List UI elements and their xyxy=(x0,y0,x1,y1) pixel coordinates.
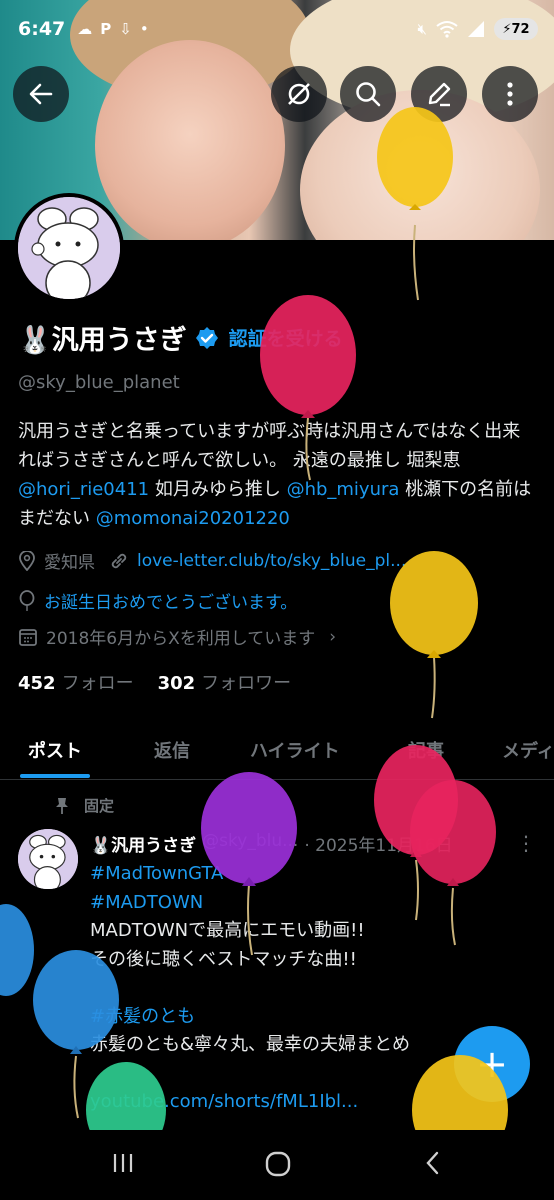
pinned-indicator: 固定 xyxy=(54,795,114,816)
bio-mention-2[interactable]: @hb_miyura xyxy=(287,479,400,500)
get-verified-link[interactable]: 認証を受ける xyxy=(229,324,343,351)
status-right-icons: 🔇︎ ⚡ 72 xyxy=(418,18,538,40)
post-author-name[interactable]: 🐰汎用うさぎ xyxy=(90,831,196,856)
post-date: · 2025年11月16日 xyxy=(304,836,453,856)
post-text-1: MADTOWNで最高にエモい動画!! その後に聴くベストマッチな曲!! xyxy=(90,920,365,970)
profile-handle: @sky_blue_planet xyxy=(18,372,180,393)
more-vertical-icon xyxy=(507,82,513,106)
tab-label: メディ xyxy=(502,741,554,762)
battery-icon: ⚡ 72 xyxy=(494,18,538,40)
tab-label: 返信 xyxy=(154,741,190,762)
post-author-avatar[interactable] xyxy=(18,829,78,889)
follow-counts: 452 フォロー 302 フォロワー xyxy=(18,669,291,695)
balloon-icon xyxy=(19,589,35,611)
wifi-icon xyxy=(436,21,458,38)
followers-count: 302 xyxy=(157,673,196,694)
tab-posts[interactable]: ポスト xyxy=(20,722,90,778)
link-icon xyxy=(111,553,127,568)
rabbit-avatar-icon xyxy=(18,197,120,299)
grok-icon xyxy=(288,83,310,105)
tab-label: ポスト xyxy=(28,741,82,762)
location-pin-icon xyxy=(19,550,35,571)
tab-highlights[interactable]: ハイライト xyxy=(250,722,340,778)
post-author-handle[interactable]: @sky_blu... xyxy=(202,831,298,856)
balloon-yellow-mid xyxy=(390,551,478,719)
plus-icon: + xyxy=(476,1042,508,1086)
bio-mention-3[interactable]: @momonai20201220 xyxy=(96,508,290,529)
location-text: 愛知県 xyxy=(44,553,95,573)
compose-post-button[interactable]: + xyxy=(454,1026,530,1102)
back-button[interactable] xyxy=(13,66,69,122)
birthday-row: お誕生日おめでとうございます。 xyxy=(18,588,297,613)
balloon-blue-edge xyxy=(0,904,34,996)
arrow-left-icon xyxy=(29,83,53,105)
chevron-right-icon: › xyxy=(329,626,337,647)
top-action-bar xyxy=(0,64,554,124)
search-button[interactable] xyxy=(340,66,396,122)
mute-icon: 🔇︎ xyxy=(417,20,427,38)
signal-icon xyxy=(468,21,484,37)
edit-profile-button[interactable] xyxy=(411,66,467,122)
following-label: フォロー xyxy=(61,673,134,694)
search-icon xyxy=(356,82,381,107)
profile-tabs: ポスト 返信 ハイライト 記事 メディ xyxy=(0,722,554,780)
home-button[interactable] xyxy=(264,1150,292,1182)
website-link[interactable]: love-letter.club/to/sky_blue_pl... xyxy=(137,551,406,571)
profile-bio: 汎用うさぎと名乗っていますが呼ぶ時は汎用さんではなく出来ればうさぎさんと呼んで欲… xyxy=(18,417,538,533)
post-link[interactable]: youtube.com/shorts/fML1Ibl... xyxy=(90,1091,358,1112)
rabbit-avatar-icon xyxy=(18,829,78,889)
more-options-button[interactable] xyxy=(482,66,538,122)
bio-mention-1[interactable]: @hori_rie0411 xyxy=(18,479,149,500)
status-bar: 6:47 ☁ P ⇩ • 🔇︎ ⚡ 72 xyxy=(0,0,554,58)
android-nav-bar xyxy=(0,1130,554,1200)
verified-badge-icon xyxy=(195,326,218,349)
profile-name-row: 🐰汎用うさぎ 認証を受ける xyxy=(18,318,343,357)
post-text-2: 赤髪のとも&寧々丸、最幸の夫婦まとめ xyxy=(90,1034,411,1055)
recent-apps-button[interactable] xyxy=(110,1150,136,1180)
birthday-text: お誕生日おめでとうございます。 xyxy=(44,593,298,613)
post-header: 🐰汎用うさぎ @sky_blu... · 2025年11月16日 xyxy=(90,831,500,856)
grok-button[interactable] xyxy=(271,66,327,122)
tab-replies[interactable]: 返信 xyxy=(154,722,190,778)
tab-articles[interactable]: 記事 xyxy=(408,722,444,778)
following-count: 452 xyxy=(18,673,56,694)
post-hashtag-1[interactable]: #MadTownGTA xyxy=(90,863,223,884)
post-hashtag-2[interactable]: #MADTOWN xyxy=(90,892,203,913)
download-icon: ⇩ xyxy=(119,20,132,38)
bio-text-2: 如月みゆら推し xyxy=(149,479,287,500)
pin-icon xyxy=(56,797,68,814)
home-circle-icon xyxy=(265,1151,291,1177)
followers-label: フォロワー xyxy=(201,673,292,694)
post-more-icon[interactable]: ⋮ xyxy=(516,831,536,855)
battery-level: 72 xyxy=(511,21,530,37)
dot-icon: • xyxy=(139,20,149,38)
followers-link[interactable]: 302 フォロワー xyxy=(158,669,292,695)
chevron-left-icon xyxy=(426,1151,439,1175)
recent-apps-icon xyxy=(113,1154,133,1172)
post-hashtag-3[interactable]: #赤髪のとも xyxy=(90,1006,195,1027)
tab-media[interactable]: メディ xyxy=(502,722,554,778)
back-nav-button[interactable] xyxy=(420,1150,446,1180)
pinned-label: 固定 xyxy=(84,797,115,815)
joined-row[interactable]: 2018年6月からXを利用しています › xyxy=(18,624,336,649)
p-icon: P xyxy=(100,20,112,38)
joined-text: 2018年6月からXを利用しています xyxy=(46,629,316,649)
following-link[interactable]: 452 フォロー xyxy=(18,669,134,695)
cloud-icon: ☁ xyxy=(77,20,93,38)
calendar-icon xyxy=(19,628,37,646)
tab-label: 記事 xyxy=(408,741,444,762)
profile-avatar[interactable] xyxy=(14,193,124,303)
status-time: 6:47 xyxy=(18,18,66,40)
tab-label: ハイライト xyxy=(250,741,340,762)
pencil-icon xyxy=(428,82,451,107)
display-name: 🐰汎用うさぎ xyxy=(18,325,187,356)
location-website-row: 愛知県 love-letter.club/to/sky_blue_pl... xyxy=(18,548,406,573)
bio-text-1: 汎用うさぎと名乗っていますが呼ぶ時は汎用さんではなく出来ればうさぎさんと呼んで欲… xyxy=(18,421,521,471)
status-left-icons: ☁ P ⇩ • xyxy=(77,20,148,38)
